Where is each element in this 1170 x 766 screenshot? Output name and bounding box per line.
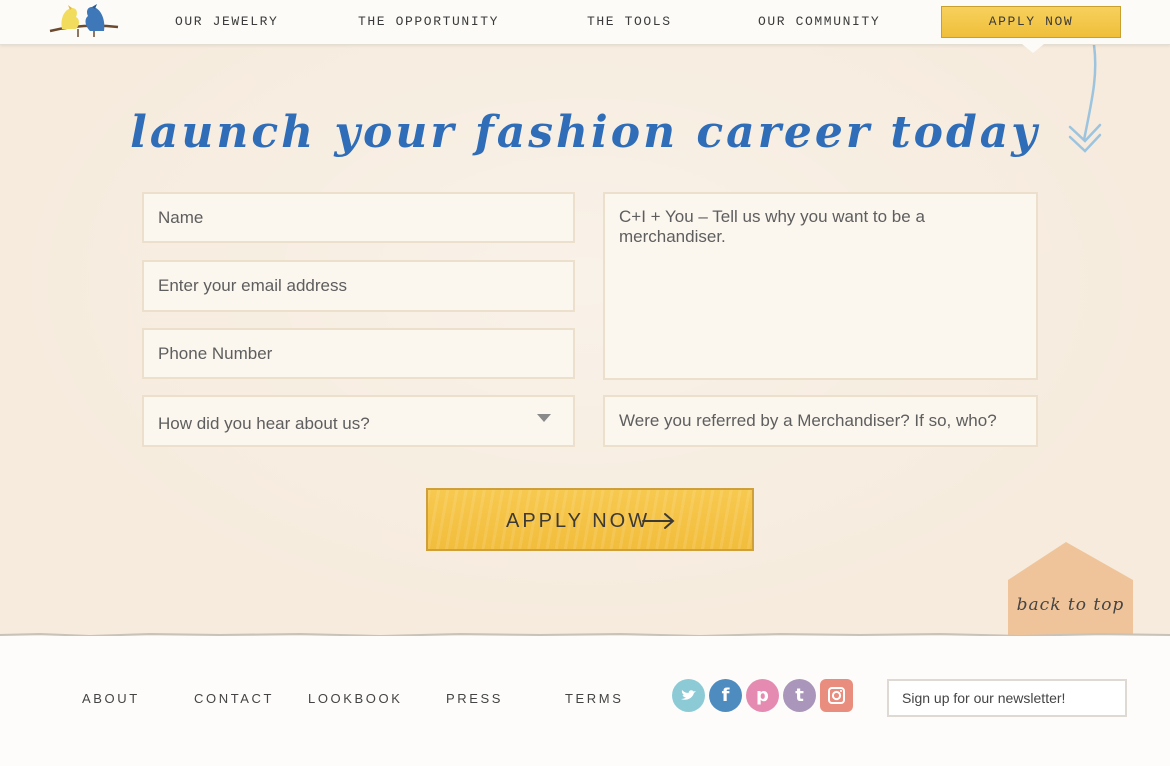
application-section: launch your fashion career today How did… bbox=[0, 45, 1170, 635]
pinterest-icon[interactable]: p bbox=[746, 679, 779, 712]
nav-the-tools[interactable]: THE TOOLS bbox=[587, 14, 672, 29]
phone-field[interactable] bbox=[142, 328, 575, 379]
tumblr-icon[interactable]: t bbox=[783, 679, 816, 712]
back-to-top-label: back to top bbox=[1016, 595, 1125, 615]
facebook-icon[interactable]: f bbox=[709, 679, 742, 712]
footer-about-link[interactable]: ABOUT bbox=[82, 691, 140, 706]
twitter-bird-icon bbox=[681, 690, 696, 700]
name-field[interactable] bbox=[142, 192, 575, 243]
message-textarea[interactable] bbox=[619, 194, 1022, 378]
logo-birds-icon[interactable] bbox=[48, 3, 120, 41]
back-to-top-button[interactable]: back to top bbox=[1008, 540, 1133, 635]
chevron-down-icon bbox=[537, 414, 551, 422]
referral-name-input[interactable] bbox=[619, 397, 1022, 445]
phone-input[interactable] bbox=[158, 330, 559, 377]
nav-our-jewelry[interactable]: OUR JEWELRY bbox=[175, 14, 278, 29]
instagram-camera-icon bbox=[828, 687, 845, 704]
email-input[interactable] bbox=[158, 262, 559, 310]
newsletter-field[interactable] bbox=[887, 679, 1127, 717]
back-to-top-tab-shape bbox=[1008, 542, 1133, 635]
nav-the-opportunity[interactable]: THE OPPORTUNITY bbox=[358, 14, 499, 29]
referral-source-select[interactable]: How did you hear about us? bbox=[142, 395, 575, 447]
footer-contact-link[interactable]: CONTACT bbox=[194, 691, 274, 706]
apply-now-submit-button[interactable]: APPLY NOW bbox=[426, 488, 754, 551]
referral-name-field[interactable] bbox=[603, 395, 1038, 447]
footer: ABOUT CONTACT LOOKBOOK PRESS TERMS f p t bbox=[0, 636, 1170, 766]
footer-lookbook-link[interactable]: LOOKBOOK bbox=[308, 691, 403, 706]
long-right-arrow-icon bbox=[642, 513, 675, 529]
instagram-icon[interactable] bbox=[820, 679, 853, 712]
newsletter-input[interactable] bbox=[902, 681, 1112, 715]
apply-now-submit-label: APPLY NOW bbox=[506, 510, 651, 532]
nav-active-notch bbox=[1022, 44, 1044, 53]
email-field[interactable] bbox=[142, 260, 575, 312]
nav-our-community[interactable]: OUR COMMUNITY bbox=[758, 14, 880, 29]
name-input[interactable] bbox=[158, 194, 559, 241]
message-field[interactable] bbox=[603, 192, 1038, 380]
footer-terms-link[interactable]: TERMS bbox=[565, 691, 624, 706]
top-navigation: OUR JEWELRY THE OPPORTUNITY THE TOOLS OU… bbox=[0, 0, 1170, 45]
page-headline: launch your fashion career today bbox=[130, 107, 1040, 158]
nav-apply-now-button[interactable]: APPLY NOW bbox=[941, 6, 1121, 38]
referral-source-selected: How did you hear about us? bbox=[158, 414, 370, 433]
footer-press-link[interactable]: PRESS bbox=[446, 691, 503, 706]
twitter-icon[interactable] bbox=[672, 679, 705, 712]
